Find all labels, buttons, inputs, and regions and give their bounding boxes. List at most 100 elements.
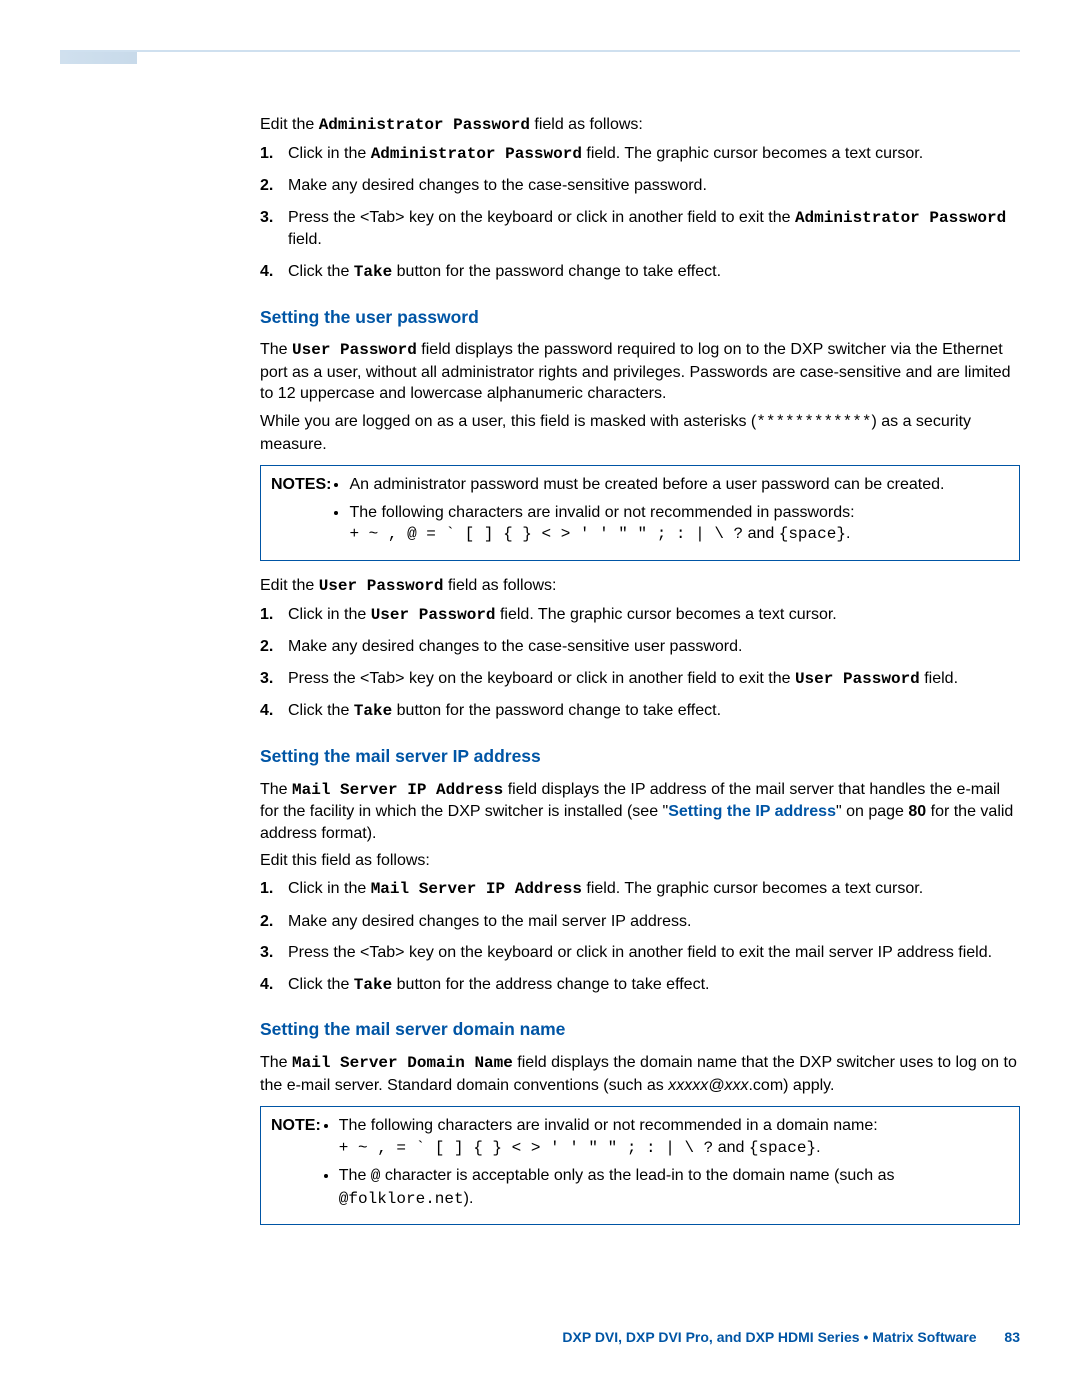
text: While you are logged on as a user, this … xyxy=(260,413,756,430)
mail-domain-p1: The Mail Server Domain Name field displa… xyxy=(260,1052,1020,1096)
code: @folklore.net xyxy=(339,1190,464,1208)
note-box: NOTE: The following characters are inval… xyxy=(260,1106,1020,1225)
code: {space} xyxy=(749,1139,816,1157)
italic: xxxxx@xxx xyxy=(668,1077,748,1094)
step-number: 1. xyxy=(260,604,273,626)
step-number: 4. xyxy=(260,261,273,283)
code: Administrator Password xyxy=(795,209,1006,227)
heading-mail-domain: Setting the mail server domain name xyxy=(260,1018,1020,1042)
step-number: 3. xyxy=(260,942,273,964)
text: button for the address change to take ef… xyxy=(392,976,709,993)
note-item: The @ character is acceptable only as th… xyxy=(339,1165,1009,1210)
mail-ip-p1: The Mail Server IP Address field display… xyxy=(260,779,1020,845)
text: and xyxy=(713,1139,749,1156)
page-content: Edit the Administrator Password field as… xyxy=(260,114,1020,1225)
heading-user-password: Setting the user password xyxy=(260,306,1020,330)
text: button for the password change to take e… xyxy=(392,702,721,719)
text: The following characters are invalid or … xyxy=(349,504,854,521)
notes-items: An administrator password must be create… xyxy=(335,474,1009,552)
note-items: The following characters are invalid or … xyxy=(325,1115,1009,1216)
code: User Password xyxy=(319,577,444,595)
text: field. xyxy=(920,670,958,687)
admin-pw-steps: 1. Click in the Administrator Password f… xyxy=(260,143,1020,284)
step-2: 2. Make any desired changes to the case-… xyxy=(260,636,1020,658)
step-4: 4. Click the Take button for the passwor… xyxy=(260,700,1020,723)
step-1: 1. Click in the User Password field. The… xyxy=(260,604,1020,627)
code: Mail Server Domain Name xyxy=(292,1054,513,1072)
text: and xyxy=(743,525,779,542)
text: Click in the xyxy=(288,880,371,897)
footer-text: DXP DVI, DXP DVI Pro, and DXP HDMI Serie… xyxy=(562,1329,976,1345)
code: Administrator Password xyxy=(371,145,582,163)
step-number: 2. xyxy=(260,175,273,197)
code: Mail Server IP Address xyxy=(371,880,582,898)
step-3: 3. Press the <Tab> key on the keyboard o… xyxy=(260,668,1020,691)
text: Make any desired changes to the case-sen… xyxy=(288,638,742,655)
admin-pw-intro: Edit the Administrator Password field as… xyxy=(260,114,1020,137)
text: character is acceptable only as the lead… xyxy=(380,1167,894,1184)
code: ************ xyxy=(756,413,871,431)
step-number: 2. xyxy=(260,911,273,933)
step-3: 3. Press the <Tab> key on the keyboard o… xyxy=(260,207,1020,251)
user-pw-p1: The User Password field displays the pas… xyxy=(260,339,1020,405)
code: Mail Server IP Address xyxy=(292,781,503,799)
link-setting-ip[interactable]: Setting the IP address xyxy=(668,803,836,820)
code: Take xyxy=(354,702,392,720)
text: The xyxy=(339,1167,371,1184)
text: field as follows: xyxy=(444,577,557,594)
step-4: 4. Click the Take button for the passwor… xyxy=(260,261,1020,284)
text: button for the password change to take e… xyxy=(392,263,721,280)
step-number: 2. xyxy=(260,636,273,658)
code: + ~ , = ` [ ] { } < > ' ' " " ; : | \ ? xyxy=(339,1139,713,1157)
user-pw-steps: 1. Click in the User Password field. The… xyxy=(260,604,1020,723)
document-page: Edit the Administrator Password field as… xyxy=(0,0,1080,1397)
text: Click the xyxy=(288,976,354,993)
page-ref: 80 xyxy=(908,803,926,820)
notes-label: NOTES: xyxy=(271,474,335,552)
top-rule xyxy=(60,50,1020,64)
text: An administrator password must be create… xyxy=(349,476,944,493)
note-item: The following characters are invalid or … xyxy=(349,502,1009,546)
heading-mail-ip: Setting the mail server IP address xyxy=(260,745,1020,769)
text: The xyxy=(260,1054,292,1071)
step-3: 3. Press the <Tab> key on the keyboard o… xyxy=(260,942,1020,964)
text: field. The graphic cursor becomes a text… xyxy=(582,145,923,162)
mail-ip-steps: 1. Click in the Mail Server IP Address f… xyxy=(260,878,1020,996)
step-1: 1. Click in the Administrator Password f… xyxy=(260,143,1020,166)
mail-ip-p2: Edit this field as follows: xyxy=(260,850,1020,872)
text: . xyxy=(846,525,850,542)
text: The xyxy=(260,781,292,798)
page-footer: DXP DVI, DXP DVI Pro, and DXP HDMI Serie… xyxy=(562,1329,1020,1345)
step-number: 3. xyxy=(260,668,273,690)
text: Press the <Tab> key on the keyboard or c… xyxy=(288,209,795,226)
code: {space} xyxy=(779,525,846,543)
note-label: NOTE: xyxy=(271,1115,325,1216)
text: ). xyxy=(464,1190,474,1207)
user-pw-p2: While you are logged on as a user, this … xyxy=(260,411,1020,455)
text: Make any desired changes to the case-sen… xyxy=(288,177,707,194)
step-number: 4. xyxy=(260,700,273,722)
text: The following characters are invalid or … xyxy=(339,1117,878,1134)
text: Press the <Tab> key on the keyboard or c… xyxy=(288,670,795,687)
step-number: 1. xyxy=(260,143,273,165)
text: field. xyxy=(288,231,322,248)
step-number: 1. xyxy=(260,878,273,900)
text: field. The graphic cursor becomes a text… xyxy=(582,880,923,897)
code: @ xyxy=(371,1167,381,1185)
text: field. The graphic cursor becomes a text… xyxy=(496,606,837,623)
code: Take xyxy=(354,263,392,281)
note-item: The following characters are invalid or … xyxy=(339,1115,1009,1159)
text: Click the xyxy=(288,702,354,719)
code: User Password xyxy=(292,341,417,359)
text: field as follows: xyxy=(530,116,643,133)
page-number: 83 xyxy=(1004,1329,1020,1345)
text: Edit the xyxy=(260,116,319,133)
code: User Password xyxy=(795,670,920,688)
text: Make any desired changes to the mail ser… xyxy=(288,913,691,930)
text: Press the <Tab> key on the keyboard or c… xyxy=(288,944,992,961)
step-1: 1. Click in the Mail Server IP Address f… xyxy=(260,878,1020,901)
code: + ~ , @ = ` [ ] { } < > ' ' " " ; : | \ … xyxy=(349,525,743,543)
step-number: 3. xyxy=(260,207,273,229)
text: Click in the xyxy=(288,145,371,162)
text: Click the xyxy=(288,263,354,280)
